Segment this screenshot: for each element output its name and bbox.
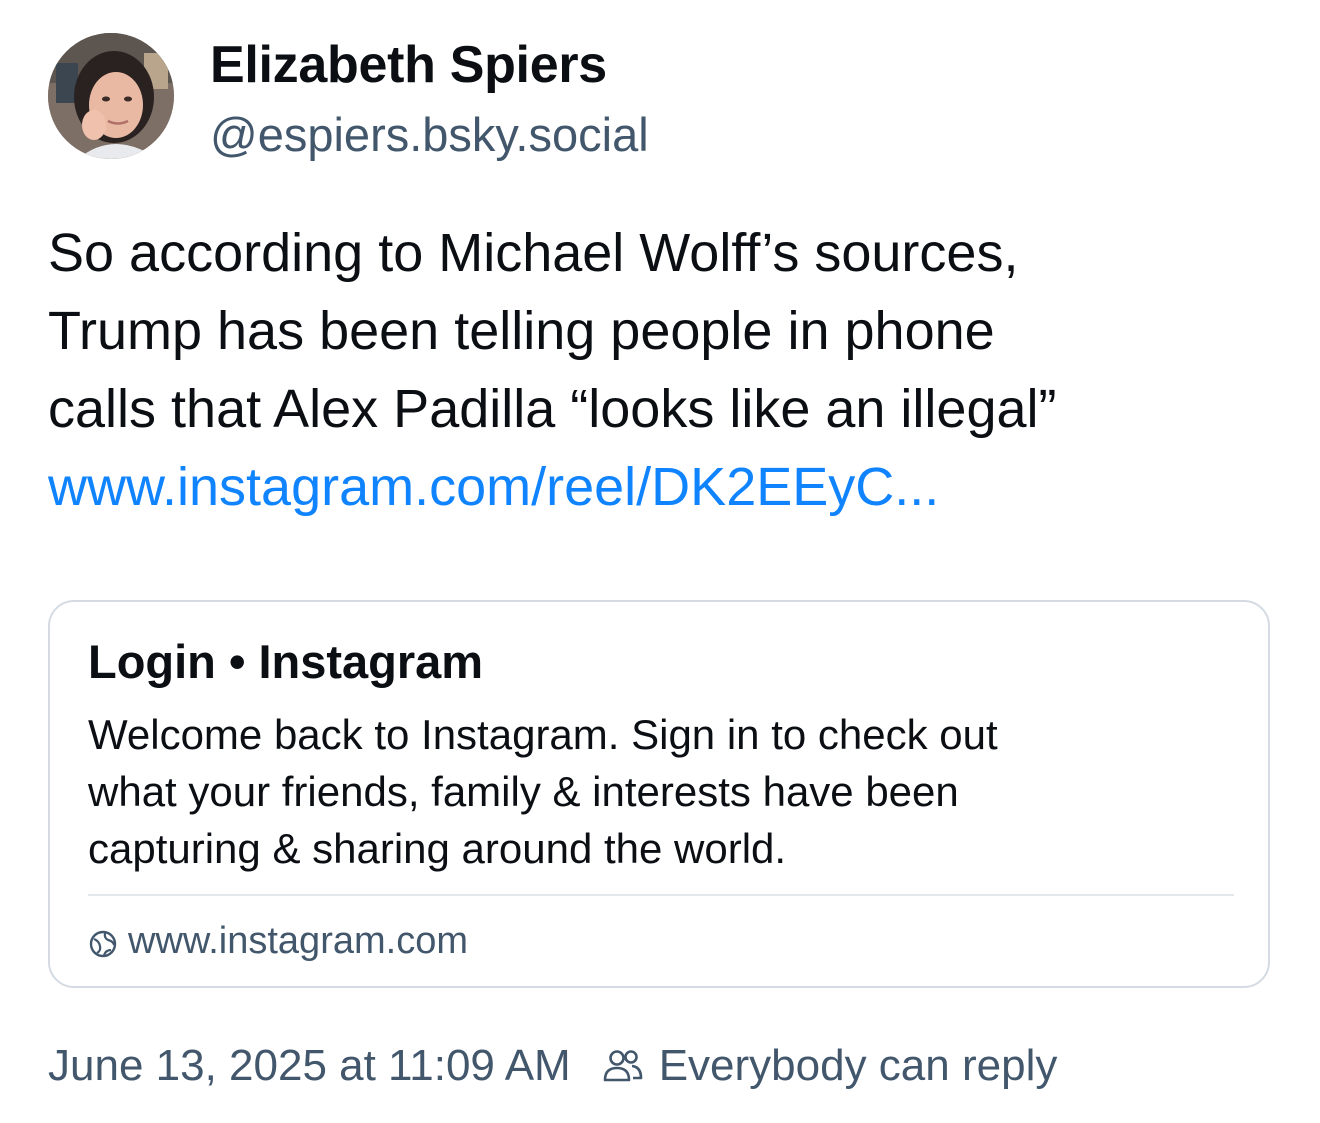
author-handle[interactable]: @espiers.bsky.social: [210, 106, 649, 164]
post-timestamp: June 13, 2025 at 11:09 AM: [48, 1041, 571, 1090]
link-preview-description-line: Welcome back to Instagram. Sign in to ch…: [88, 711, 998, 758]
post-text-line: So according to Michael Wolff’s sources,: [48, 223, 1019, 283]
link-preview-description: Welcome back to Instagram. Sign in to ch…: [88, 706, 1238, 877]
link-preview-divider: [88, 894, 1234, 896]
avatar-photo: [48, 33, 174, 159]
reply-setting-label: Everybody can reply: [658, 1041, 1058, 1090]
post-meta: June 13, 2025 at 11:09 AM Everybody can …: [48, 1036, 1057, 1096]
link-preview-description-line: capturing & sharing around the world.: [88, 825, 787, 872]
link-preview-domain-row: www.instagram.com: [88, 916, 468, 966]
link-preview-title: Login • Instagram: [88, 635, 484, 688]
post-text-line: Trump has been telling people in phone: [48, 301, 995, 361]
people-icon: [601, 1044, 645, 1088]
link-preview-description-line: what your friends, family & interests ha…: [88, 768, 959, 815]
post-body: So according to Michael Wolff’s sources,…: [48, 214, 1288, 526]
link-preview-card[interactable]: Login • Instagram Welcome back to Instag…: [48, 600, 1270, 988]
globe-icon: [88, 926, 118, 958]
avatar[interactable]: [48, 33, 174, 159]
author-display-name[interactable]: Elizabeth Spiers: [210, 34, 607, 96]
post-link[interactable]: www.instagram.com/reel/DK2EEyC...: [48, 448, 1288, 526]
post-text-line: calls that Alex Padilla “looks like an i…: [48, 379, 1057, 439]
reply-setting[interactable]: Everybody can reply: [601, 1041, 1058, 1091]
link-preview-domain: www.instagram.com: [128, 919, 468, 962]
